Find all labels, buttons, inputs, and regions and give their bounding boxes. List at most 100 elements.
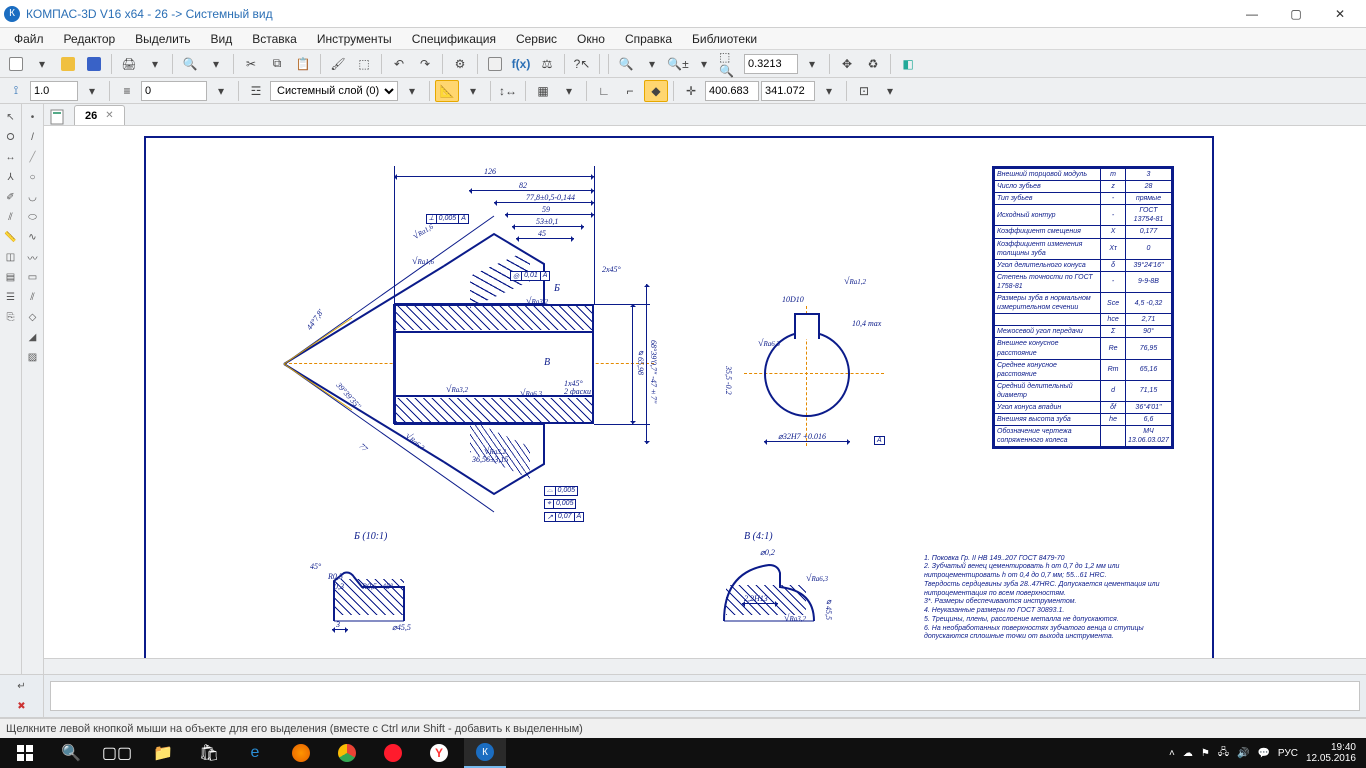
menu-select[interactable]: Выделить <box>127 30 198 48</box>
manager-button[interactable] <box>483 53 507 75</box>
grid-button[interactable]: ▦ <box>531 80 555 102</box>
tray-flag-icon[interactable]: ⚑ <box>1201 748 1210 759</box>
dim-assoc-icon[interactable]: ↕↔ <box>496 80 520 102</box>
equidistant-tool[interactable]: ⫽ <box>24 288 42 306</box>
chrome-icon[interactable] <box>326 738 368 768</box>
yandex-icon[interactable]: Y <box>418 738 460 768</box>
firefox-icon[interactable] <box>280 738 322 768</box>
hatch-tool[interactable]: ▨ <box>24 348 42 366</box>
menu-view[interactable]: Вид <box>203 30 241 48</box>
scale-input[interactable] <box>30 81 78 101</box>
start-button[interactable] <box>4 738 46 768</box>
cursor-tool[interactable]: ↖ <box>2 108 20 126</box>
ellipse-tool[interactable]: ⬭ <box>24 208 42 226</box>
measure-tool[interactable]: 📏 <box>2 228 20 246</box>
chamfer-tool[interactable]: ◢ <box>24 328 42 346</box>
edit-tool[interactable]: ✐ <box>2 188 20 206</box>
tray-network-icon[interactable]: 🖧 <box>1218 745 1229 762</box>
menu-insert[interactable]: Вставка <box>244 30 305 48</box>
new-doc-button[interactable] <box>4 53 28 75</box>
grid-dd[interactable]: ▾ <box>557 80 581 102</box>
redo-button[interactable]: ↷ <box>413 53 437 75</box>
ortho-button[interactable]: ∟ <box>592 80 616 102</box>
menu-file[interactable]: Файл <box>6 30 52 48</box>
tray-lang[interactable]: РУС <box>1278 748 1298 759</box>
property-input-area[interactable] <box>50 681 1360 711</box>
zoom-dd[interactable]: ▾ <box>800 53 824 75</box>
vars-button[interactable]: ⚖ <box>535 53 559 75</box>
edge-icon[interactable]: e <box>234 738 276 768</box>
tab-close-icon[interactable]: ✕ <box>105 110 113 121</box>
save-button[interactable] <box>82 53 106 75</box>
line-tool[interactable]: / <box>24 128 42 146</box>
layer-icon[interactable]: ☲ <box>244 80 268 102</box>
spec-tool[interactable]: ▤ <box>2 268 20 286</box>
aux-line-tool[interactable]: ╱ <box>24 148 42 166</box>
search-button[interactable]: 🔍 <box>50 738 92 768</box>
snap-end-button[interactable]: ⊡ <box>852 80 876 102</box>
circle-tool[interactable]: ○ <box>24 168 42 186</box>
kompas-taskbar-icon[interactable]: К <box>464 738 506 768</box>
tray-sound-icon[interactable]: 🔊 <box>1237 748 1249 759</box>
store-icon[interactable]: 🛍 <box>188 738 230 768</box>
annot-tool[interactable]: ⅄ <box>2 168 20 186</box>
curve-tool[interactable]: 〰 <box>24 248 42 266</box>
opera-icon[interactable] <box>372 738 414 768</box>
maximize-button[interactable]: ▢ <box>1274 0 1318 28</box>
properties-button[interactable]: ⬚ <box>352 53 376 75</box>
menu-edit[interactable]: Редактор <box>56 30 124 48</box>
coord-dropdown[interactable]: ▾ <box>817 80 841 102</box>
select-tool[interactable]: ◫ <box>2 248 20 266</box>
menu-help[interactable]: Справка <box>617 30 680 48</box>
menu-tools[interactable]: Инструменты <box>309 30 400 48</box>
point-tool[interactable]: • <box>24 108 42 126</box>
tray-cloud-icon[interactable]: ☁ <box>1183 748 1193 759</box>
rect-tool[interactable]: ▭ <box>24 268 42 286</box>
cut-button[interactable]: ✂ <box>239 53 263 75</box>
tray-up-icon[interactable]: ˄ <box>1169 748 1175 759</box>
zoom-dynamic-dropdown[interactable]: ▾ <box>692 53 716 75</box>
panel-ok-button[interactable]: ↵ <box>13 677 31 695</box>
spline-tool[interactable]: ∿ <box>24 228 42 246</box>
minimize-button[interactable]: — <box>1230 0 1274 28</box>
menu-window[interactable]: Окно <box>569 30 613 48</box>
file-explorer-icon[interactable]: 📁 <box>142 738 184 768</box>
contour-tool[interactable]: ◇ <box>24 308 42 326</box>
current-state-icon[interactable]: ⟟ <box>4 80 28 102</box>
zoom-value-input[interactable] <box>744 54 798 74</box>
zoom-window-button[interactable]: 🔍 <box>614 53 638 75</box>
round-button[interactable]: ⌐ <box>618 80 642 102</box>
paste-button[interactable]: 📋 <box>291 53 315 75</box>
style-input[interactable] <box>141 81 207 101</box>
menu-service[interactable]: Сервис <box>508 30 565 48</box>
param-toggle[interactable]: ◆ <box>644 80 668 102</box>
new-doc-dropdown[interactable]: ▾ <box>30 53 54 75</box>
copy-button[interactable]: ⧉ <box>265 53 289 75</box>
tray-clock[interactable]: 19:40 12.05.2016 <box>1306 742 1356 764</box>
zoom-dynamic-button[interactable]: 🔍± <box>666 53 690 75</box>
close-button[interactable]: ✕ <box>1318 0 1362 28</box>
drawing-canvas[interactable]: 126 82 77,8±0,5-0,144 59 53±0,1 45 <box>44 126 1366 658</box>
undo-button[interactable]: ↶ <box>387 53 411 75</box>
print-button[interactable]: 🖨 <box>117 53 141 75</box>
menu-spec[interactable]: Спецификация <box>404 30 504 48</box>
fx-button[interactable]: f(x) <box>509 53 533 75</box>
preview-dropdown[interactable]: ▾ <box>204 53 228 75</box>
style-dd[interactable]: ▾ <box>209 80 233 102</box>
layer-combo[interactable]: Системный слой (0) <box>270 81 398 101</box>
scale-dd[interactable]: ▾ <box>80 80 104 102</box>
open-button[interactable] <box>56 53 80 75</box>
tab-26[interactable]: 26 ✕ <box>74 105 125 125</box>
preview-button[interactable]: 🔍 <box>178 53 202 75</box>
style-icon[interactable]: ≡ <box>115 80 139 102</box>
task-view-button[interactable]: ▢▢ <box>96 738 138 768</box>
report-tool[interactable]: ☰ <box>2 288 20 306</box>
zoom-area-button[interactable]: ⬚🔍 <box>718 53 742 75</box>
orient-button[interactable]: ◧ <box>896 53 920 75</box>
zoom-window-dropdown[interactable]: ▾ <box>640 53 664 75</box>
menu-libs[interactable]: Библиотеки <box>684 30 765 48</box>
rebuild-button[interactable]: ♻ <box>861 53 885 75</box>
snap-toggle[interactable]: 📐 <box>435 80 459 102</box>
pan-button[interactable]: ✥ <box>835 53 859 75</box>
tools-icon-button[interactable]: ⚙ <box>448 53 472 75</box>
